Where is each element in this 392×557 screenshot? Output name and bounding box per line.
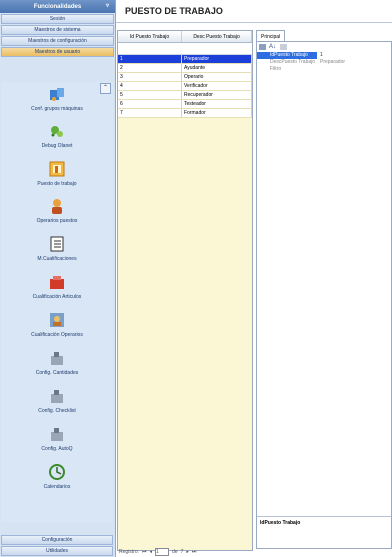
config-autoq-icon — [51, 428, 63, 441]
item-label: Cualificación Operarios — [31, 332, 83, 338]
article-qualification-icon — [50, 276, 64, 289]
calendar-icon — [49, 464, 65, 480]
sidebar: Funcionalidades ▿ Sesión Maestros de sis… — [0, 0, 116, 557]
property-pages-icon[interactable] — [280, 44, 287, 50]
page-title: PUESTO DE TRABAJO — [116, 0, 392, 23]
property-row[interactable]: IdPuesto Trabajo 1 — [257, 52, 391, 59]
property-key: Filtro — [270, 66, 282, 72]
item-m-cualificaciones[interactable]: M.Cualificaciones — [1, 235, 113, 262]
item-label: Puesto de trabajo — [37, 181, 77, 187]
table-row[interactable]: 4 Verificador — [118, 82, 252, 91]
property-value[interactable]: 1 — [317, 52, 380, 59]
nav-configuration-button[interactable]: Configuración — [1, 535, 113, 545]
item-config-checklist[interactable]: Config. Checklist — [1, 387, 113, 414]
nav-session-button[interactable]: Sesión — [1, 14, 114, 24]
column-header-desc[interactable]: Desc Puesto Trabajo — [182, 31, 252, 42]
prev-record-icon[interactable]: ◂ — [150, 549, 153, 555]
item-calendarios[interactable]: Calendarios — [1, 463, 113, 490]
pin-icon[interactable]: ▿ — [106, 2, 109, 9]
sort-az-icon[interactable]: A↓ — [269, 44, 277, 50]
item-label: Config. Cantidades — [35, 370, 79, 376]
table-row[interactable]: 7 Formador — [118, 109, 252, 118]
main-panel: PUESTO DE TRABAJO Id Puesto Trabajo Desc… — [116, 0, 392, 557]
properties-area: Principal A↓ IdPuesto Trabajo 1 DescPuesto… — [256, 30, 392, 549]
property-grid: A↓ IdPuesto Trabajo 1 DescPuesto Trabajo Pr… — [256, 41, 392, 549]
property-toolbar: A↓ — [257, 42, 391, 52]
record-navigator: Registro: ⏮ ◂ 1 de 7 ▸ ⏭ — [117, 547, 251, 556]
item-cualificacion-articulos[interactable]: Cualificación Articulos — [1, 273, 113, 300]
item-label: Calendarios — [43, 484, 71, 490]
cell-id: 5 — [118, 91, 182, 99]
config-quantities-icon — [51, 352, 63, 365]
item-label: Cualificación Articulos — [32, 294, 82, 300]
property-row[interactable]: DescPuesto Trabajo Preparador — [257, 59, 391, 66]
qualifications-list-icon — [50, 236, 64, 252]
property-key: IdPuesto Trabajo — [257, 52, 317, 59]
cell-id: 7 — [118, 109, 182, 117]
table-row[interactable]: 3 Operario — [118, 73, 252, 82]
filter-row[interactable] — [118, 43, 252, 55]
item-config-cantidades[interactable]: Config. Cantidades — [1, 349, 113, 376]
sidebar-header: Funcionalidades ▿ — [0, 0, 115, 13]
item-label: Debug Olanet — [41, 143, 73, 149]
workstation-icon — [49, 161, 65, 177]
pager-label: Registro: — [119, 548, 140, 555]
property-value[interactable] — [317, 66, 380, 73]
cell-desc: Ayudante — [182, 64, 252, 72]
categorized-icon[interactable] — [259, 44, 266, 50]
grid-rows: 1 Preparador 2 Ayudante 3 Operario 4 Verificado… — [118, 55, 252, 118]
machine-group-icon — [50, 88, 64, 101]
cell-id: 4 — [118, 82, 182, 90]
item-label: Config. AutoQ — [41, 446, 73, 452]
sidebar-header-label: Funcionalidades — [33, 3, 82, 10]
user-masters-list: ⌃ Conf. grupos máquinas Debug Olanet Pue… — [1, 82, 113, 522]
nav-system-masters-button[interactable]: Maestros de sistema — [1, 25, 114, 35]
item-label: Operarios puestos — [36, 218, 78, 224]
pager-of: de — [172, 548, 178, 555]
property-description: IdPuesto Trabajo — [257, 516, 391, 548]
nav-utilities-button[interactable]: Utilidades — [1, 546, 113, 556]
property-value[interactable]: Preparador — [317, 59, 380, 66]
property-rows: IdPuesto Trabajo 1 DescPuesto Trabajo Prepa… — [257, 52, 391, 73]
cell-id: 6 — [118, 100, 182, 108]
next-record-icon[interactable]: ▸ — [186, 549, 189, 555]
cell-desc: Preparador — [182, 55, 252, 63]
property-row[interactable]: Filtro — [257, 66, 391, 73]
table-row[interactable]: 6 Testeador — [118, 100, 252, 109]
item-label: M.Cualificaciones — [37, 256, 77, 262]
item-conf-grupos-maquinas[interactable]: Conf. grupos máquinas — [1, 85, 113, 112]
grid-header: Id Puesto Trabajo Desc Puesto Trabajo — [118, 31, 252, 43]
operator-icon — [52, 199, 62, 214]
column-header-id[interactable]: Id Puesto Trabajo — [118, 31, 183, 42]
nav-config-masters-button[interactable]: Maestros de configuración — [1, 36, 114, 46]
item-config-autoq[interactable]: Config. AutoQ — [1, 425, 113, 452]
debug-icon — [51, 126, 63, 137]
cell-id: 2 — [118, 64, 182, 72]
table-row[interactable]: 5 Recuperador — [118, 91, 252, 100]
cell-desc: Operario — [182, 73, 252, 81]
item-cualificacion-operarios[interactable]: Cualificación Operarios — [1, 311, 113, 338]
item-operarios-puestos[interactable]: Operarios puestos — [1, 197, 113, 224]
operator-qualification-icon — [50, 313, 64, 327]
item-label: Config. Checklist — [38, 408, 76, 414]
nav-user-masters-button[interactable]: Maestros de usuario — [1, 47, 114, 57]
property-key: DescPuesto Trabajo — [270, 59, 316, 65]
table-row[interactable]: 1 Preparador — [118, 55, 252, 64]
record-input[interactable]: 1 — [155, 547, 170, 556]
workstation-grid: Id Puesto Trabajo Desc Puesto Trabajo 1P… — [117, 30, 253, 551]
cell-id: 3 — [118, 73, 182, 81]
item-label: Conf. grupos máquinas — [31, 106, 83, 112]
config-checklist-icon — [51, 390, 63, 403]
cell-desc: Verificador — [182, 82, 252, 90]
pager-total: 7 — [180, 548, 184, 555]
last-record-icon[interactable]: ⏭ — [192, 549, 197, 555]
cell-desc: Recuperador — [182, 91, 252, 99]
cell-id: 1 — [118, 55, 182, 63]
item-debug-olanet[interactable]: Debug Olanet — [1, 122, 113, 149]
item-puesto-trabajo[interactable]: Puesto de trabajo — [1, 160, 113, 187]
table-row[interactable]: 2 Ayudante — [118, 64, 252, 73]
cell-desc: Formador — [182, 109, 252, 117]
cell-desc: Testeador — [182, 100, 252, 108]
first-record-icon[interactable]: ⏮ — [142, 549, 147, 555]
